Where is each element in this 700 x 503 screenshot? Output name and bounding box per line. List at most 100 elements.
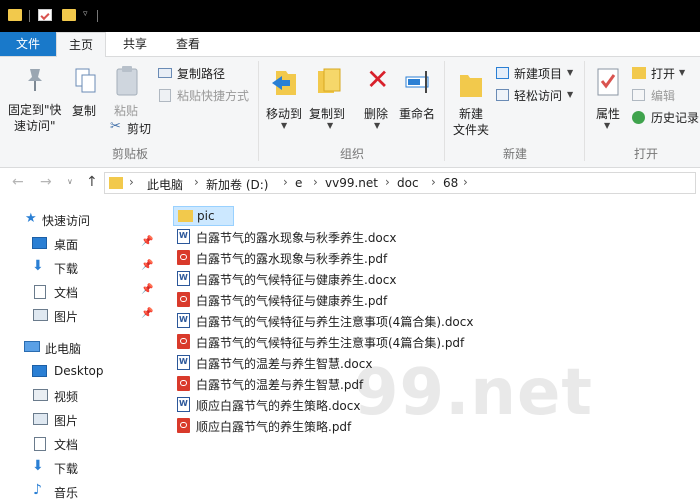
properties-icon (597, 68, 619, 96)
list-item-file[interactable]: 白露节气的露水现象与秋季养生.pdf (173, 248, 473, 268)
word-document-icon (177, 397, 190, 412)
breadcrumb-drive[interactable]: 新加卷 (D:) (206, 176, 268, 193)
paste-shortcut-icon (159, 89, 171, 102)
copy-path-label: 复制路径 (177, 67, 226, 81)
new-folder-label-1: 新建 (459, 107, 484, 121)
paste-shortcut-label: 粘贴快捷方式 (177, 89, 250, 103)
copy-to-icon (318, 68, 341, 93)
breadcrumb-68[interactable]: 68 (443, 176, 458, 190)
easy-access-label: 轻松访问 (514, 89, 563, 103)
list-item-file[interactable]: 白露节气的温差与养生智慧.docx (173, 353, 473, 373)
word-document-icon (177, 229, 190, 244)
new-folder-quick-icon[interactable] (62, 9, 76, 21)
new-item-label: 新建项目 (514, 67, 563, 81)
file-name: 顺应白露节气的养生策略.pdf (196, 420, 352, 434)
new-folder-button[interactable]: 新建 文件夹 (448, 61, 494, 141)
open-label: 打开 (651, 67, 676, 81)
tab-view[interactable]: 查看 (162, 32, 214, 56)
paste-label: 粘贴 (114, 104, 139, 118)
chevron-down-icon: ▼ (604, 121, 611, 130)
chevron-right-icon: › (283, 175, 288, 189)
list-item-folder-pic[interactable]: pic (173, 206, 234, 226)
breadcrumb-e[interactable]: e (295, 176, 302, 190)
list-item-file[interactable]: 顺应白露节气的养生策略.pdf (173, 416, 473, 436)
edit-button: 编辑 (632, 87, 698, 105)
new-folder-label-2: 文件夹 (453, 123, 490, 137)
chevron-right-icon: › (129, 175, 134, 189)
rename-label: 重命名 (399, 107, 436, 121)
recent-chevron-down-icon[interactable]: ∨ (67, 177, 73, 186)
back-arrow-icon[interactable]: ← (12, 174, 24, 190)
tab-share[interactable]: 共享 (110, 32, 160, 56)
list-item-file[interactable]: 白露节气的露水现象与秋季养生.docx (173, 227, 473, 247)
organize-group-label: 组织 (339, 147, 364, 161)
chevron-down-icon: ▼ (374, 121, 381, 130)
pdf-document-icon (177, 418, 190, 433)
easy-access-button[interactable]: 轻松访问 ▼ (496, 87, 576, 105)
rename-button[interactable]: 重命名 (398, 61, 440, 137)
history-icon (632, 111, 645, 124)
list-item-file[interactable]: 白露节气的温差与养生智慧.pdf (173, 374, 473, 394)
file-name: 顺应白露节气的养生策略.docx (196, 399, 361, 413)
tab-home[interactable]: 主页 (56, 32, 106, 57)
chevron-down-icon[interactable]: ▿ (83, 9, 88, 19)
forward-arrow-icon[interactable]: → (40, 174, 52, 190)
breadcrumb-vv99[interactable]: vv99.net (325, 176, 378, 190)
chevron-right-icon: › (313, 175, 318, 189)
chevron-down-icon: ▼ (567, 68, 574, 77)
edit-label: 编辑 (651, 89, 676, 103)
open-group-label: 打开 (633, 147, 658, 161)
list-item-file[interactable]: 顺应白露节气的养生策略.docx (173, 395, 473, 415)
file-name: 白露节气的露水现象与秋季养生.docx (196, 231, 397, 245)
chevron-down-icon: ▼ (327, 121, 334, 130)
delete-label: 删除 (364, 107, 389, 121)
cut-label: 剪切 (127, 122, 152, 136)
pdf-document-icon (177, 376, 190, 391)
list-item-file[interactable]: 白露节气的气候特征与养生注意事项(4篇合集).docx (173, 311, 473, 331)
clipboard-group-label: 剪贴板 (111, 147, 148, 161)
cut-button[interactable]: ✂ 剪切 (108, 119, 168, 137)
group-divider (584, 61, 585, 161)
scissors-icon: ✂ (110, 119, 121, 134)
tab-file[interactable]: 文件 (0, 32, 56, 56)
move-to-label: 移动到 (266, 107, 303, 121)
address-bar[interactable]: › 此电脑 › 新加卷 (D:) › e › vv99.net › doc › … (104, 172, 696, 194)
properties-quick-icon[interactable] (38, 9, 52, 21)
chevron-down-icon: ▼ (567, 90, 574, 99)
open-button[interactable]: 打开 ▼ (632, 65, 698, 83)
word-document-icon (177, 313, 190, 328)
group-divider (444, 61, 445, 161)
file-name: 白露节气的露水现象与秋季养生.pdf (196, 252, 388, 266)
list-item-file[interactable]: 白露节气的气候特征与健康养生.docx (173, 269, 473, 289)
file-name: pic (197, 209, 215, 223)
ribbon-tabs: 文件 主页 共享 查看 (0, 32, 700, 57)
move-to-icon (272, 71, 296, 95)
copy-button[interactable]: 复制 (66, 61, 106, 131)
copy-path-button[interactable]: 复制路径 (158, 65, 258, 83)
folder-icon (8, 9, 22, 21)
delete-button[interactable]: ✕ 删除 ▼ (358, 61, 398, 137)
up-arrow-icon[interactable]: ↑ (86, 174, 98, 190)
copy-label: 复制 (72, 104, 97, 118)
file-list: pic 白露节气的露水现象与秋季养生.docx 白露节气的露水现象与秋季养生.p… (0, 200, 700, 500)
easy-access-icon (496, 89, 509, 101)
clipboard-icon (116, 66, 138, 96)
move-to-button[interactable]: 移动到 ▼ (262, 61, 306, 137)
copy-to-button[interactable]: 复制到 ▼ (306, 61, 354, 137)
new-item-button[interactable]: 新建项目 ▼ (496, 65, 576, 83)
list-item-file[interactable]: 白露节气的气候特征与健康养生.pdf (173, 290, 473, 310)
breadcrumb-this-pc[interactable]: 此电脑 (147, 176, 183, 193)
rename-icon (405, 71, 429, 93)
file-name: 白露节气的气候特征与养生注意事项(4篇合集).pdf (196, 336, 465, 350)
properties-button[interactable]: 属性 ▼ (590, 61, 626, 141)
edit-icon (632, 89, 645, 101)
list-item-file[interactable]: 白露节气的气候特征与养生注意事项(4篇合集).pdf (173, 332, 473, 352)
history-button[interactable]: 历史记录 (632, 109, 700, 127)
group-divider (258, 61, 259, 161)
breadcrumb-doc[interactable]: doc (397, 176, 419, 190)
new-item-icon (496, 67, 509, 79)
chevron-right-icon: › (385, 175, 390, 189)
pin-quick-access-button[interactable]: 固定到"快 速访问" (6, 61, 66, 133)
file-name: 白露节气的气候特征与健康养生.docx (196, 273, 397, 287)
word-document-icon (177, 271, 190, 286)
